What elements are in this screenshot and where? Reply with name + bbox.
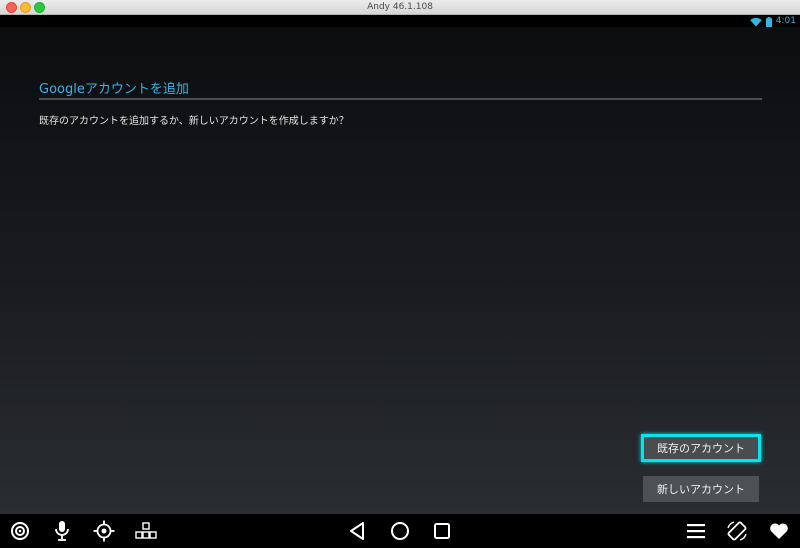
existing-account-button[interactable]: 既存のアカウント (641, 434, 761, 462)
keyboard-map-icon[interactable] (134, 519, 158, 543)
microphone-icon[interactable] (50, 519, 74, 543)
dialog-message: 既存のアカウントを追加するか、新しいアカウントを作成しますか？ (39, 116, 349, 127)
home-icon[interactable] (388, 519, 412, 543)
navigation-bar (0, 514, 800, 548)
status-bar: 4:01 (0, 15, 800, 27)
heart-icon[interactable] (767, 519, 791, 543)
new-account-button[interactable]: 新しいアカウント (643, 476, 759, 502)
gps-icon[interactable] (92, 519, 116, 543)
status-clock: 4:01 (775, 16, 796, 26)
add-account-screen: Googleアカウントを追加 既存のアカウントを追加するか、新しいアカウントを作… (0, 27, 800, 514)
title-divider (39, 98, 762, 100)
back-icon[interactable] (346, 519, 370, 543)
dialog-title: Googleアカウントを追加 (39, 82, 189, 97)
window-title: Andy 46.1.108 (367, 2, 433, 12)
window-titlebar: Andy 46.1.108 (0, 0, 800, 15)
target-icon[interactable] (8, 519, 32, 543)
rotate-icon[interactable] (725, 519, 749, 543)
menu-icon[interactable] (684, 519, 708, 543)
recents-icon[interactable] (430, 519, 454, 543)
